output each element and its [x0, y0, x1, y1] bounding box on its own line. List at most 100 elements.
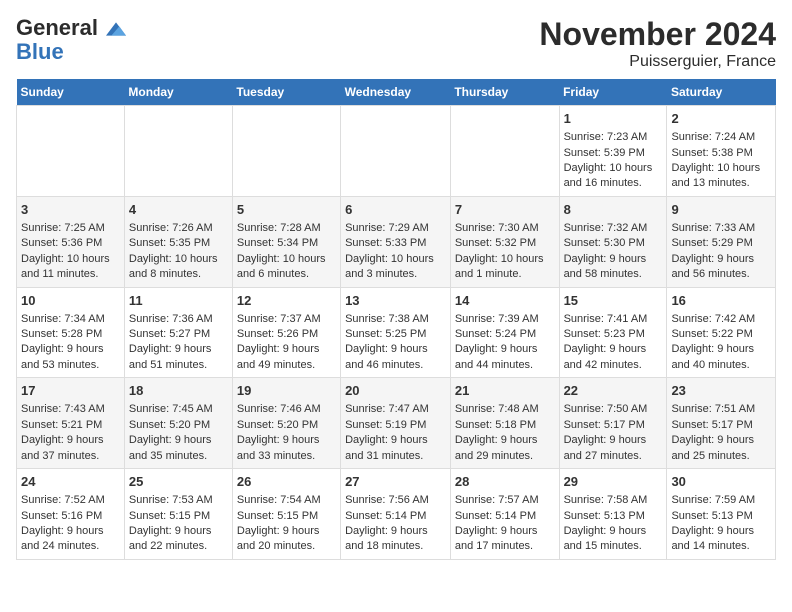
day-info: Sunset: 5:35 PM: [129, 236, 228, 251]
day-info: Daylight: 10 hours and 11 minutes.: [21, 252, 120, 283]
day-info: Sunrise: 7:51 AM: [671, 402, 771, 417]
day-info: Sunrise: 7:25 AM: [21, 221, 120, 236]
day-info: Sunrise: 7:47 AM: [345, 402, 446, 417]
day-info: Daylight: 9 hours and 56 minutes.: [671, 252, 771, 283]
day-number: 26: [237, 473, 336, 491]
weekday-header-row: Sunday Monday Tuesday Wednesday Thursday…: [17, 79, 776, 106]
day-info: Daylight: 10 hours and 3 minutes.: [345, 252, 446, 283]
day-info: Sunset: 5:14 PM: [455, 509, 555, 524]
day-info: Daylight: 10 hours and 1 minute.: [455, 252, 555, 283]
day-info: Daylight: 9 hours and 33 minutes.: [237, 433, 336, 464]
table-row: 19Sunrise: 7:46 AMSunset: 5:20 PMDayligh…: [232, 378, 340, 469]
day-number: 18: [129, 382, 228, 400]
day-number: 9: [671, 201, 771, 219]
table-row: [450, 106, 559, 197]
day-info: Daylight: 9 hours and 42 minutes.: [564, 342, 663, 373]
day-info: Sunrise: 7:56 AM: [345, 493, 446, 508]
day-info: Daylight: 10 hours and 13 minutes.: [671, 161, 771, 192]
day-info: Daylight: 9 hours and 20 minutes.: [237, 524, 336, 555]
day-info: Sunset: 5:38 PM: [671, 146, 771, 161]
table-row: 22Sunrise: 7:50 AMSunset: 5:17 PMDayligh…: [559, 378, 667, 469]
table-row: 10Sunrise: 7:34 AMSunset: 5:28 PMDayligh…: [17, 287, 125, 378]
day-info: Sunrise: 7:53 AM: [129, 493, 228, 508]
day-info: Sunrise: 7:33 AM: [671, 221, 771, 236]
table-row: 14Sunrise: 7:39 AMSunset: 5:24 PMDayligh…: [450, 287, 559, 378]
calendar-week-row: 3Sunrise: 7:25 AMSunset: 5:36 PMDaylight…: [17, 196, 776, 287]
day-number: 20: [345, 382, 446, 400]
day-number: 7: [455, 201, 555, 219]
calendar-week-row: 10Sunrise: 7:34 AMSunset: 5:28 PMDayligh…: [17, 287, 776, 378]
day-number: 27: [345, 473, 446, 491]
day-info: Daylight: 9 hours and 25 minutes.: [671, 433, 771, 464]
day-info: Daylight: 9 hours and 53 minutes.: [21, 342, 120, 373]
day-info: Daylight: 9 hours and 15 minutes.: [564, 524, 663, 555]
header-sunday: Sunday: [17, 79, 125, 106]
day-info: Sunset: 5:20 PM: [129, 418, 228, 433]
day-number: 30: [671, 473, 771, 491]
table-row: [232, 106, 340, 197]
day-info: Sunset: 5:27 PM: [129, 327, 228, 342]
day-info: Sunrise: 7:58 AM: [564, 493, 663, 508]
day-info: Daylight: 10 hours and 6 minutes.: [237, 252, 336, 283]
day-info: Sunset: 5:13 PM: [564, 509, 663, 524]
table-row: [17, 106, 125, 197]
day-info: Sunrise: 7:38 AM: [345, 312, 446, 327]
day-info: Daylight: 9 hours and 29 minutes.: [455, 433, 555, 464]
day-info: Sunrise: 7:50 AM: [564, 402, 663, 417]
table-row: 21Sunrise: 7:48 AMSunset: 5:18 PMDayligh…: [450, 378, 559, 469]
day-number: 12: [237, 292, 336, 310]
table-row: [341, 106, 451, 197]
day-info: Sunset: 5:33 PM: [345, 236, 446, 251]
table-row: 8Sunrise: 7:32 AMSunset: 5:30 PMDaylight…: [559, 196, 667, 287]
day-info: Sunrise: 7:39 AM: [455, 312, 555, 327]
day-info: Sunset: 5:17 PM: [671, 418, 771, 433]
day-info: Sunrise: 7:46 AM: [237, 402, 336, 417]
table-row: 20Sunrise: 7:47 AMSunset: 5:19 PMDayligh…: [341, 378, 451, 469]
day-info: Sunset: 5:22 PM: [671, 327, 771, 342]
day-number: 10: [21, 292, 120, 310]
day-number: 11: [129, 292, 228, 310]
day-number: 21: [455, 382, 555, 400]
logo: General Blue: [16, 16, 126, 64]
logo-line2: Blue: [16, 39, 64, 64]
day-info: Sunrise: 7:54 AM: [237, 493, 336, 508]
header-friday: Friday: [559, 79, 667, 106]
day-info: Sunset: 5:19 PM: [345, 418, 446, 433]
page-subtitle: Puisserguier, France: [539, 53, 776, 71]
logo-text: General: [16, 16, 126, 40]
title-block: November 2024 Puisserguier, France: [539, 16, 776, 71]
calendar-week-row: 17Sunrise: 7:43 AMSunset: 5:21 PMDayligh…: [17, 378, 776, 469]
day-info: Sunrise: 7:28 AM: [237, 221, 336, 236]
day-info: Daylight: 9 hours and 46 minutes.: [345, 342, 446, 373]
day-number: 17: [21, 382, 120, 400]
day-info: Sunrise: 7:43 AM: [21, 402, 120, 417]
day-info: Sunrise: 7:34 AM: [21, 312, 120, 327]
day-info: Sunrise: 7:45 AM: [129, 402, 228, 417]
day-number: 24: [21, 473, 120, 491]
day-info: Daylight: 9 hours and 40 minutes.: [671, 342, 771, 373]
table-row: 5Sunrise: 7:28 AMSunset: 5:34 PMDaylight…: [232, 196, 340, 287]
header-thursday: Thursday: [450, 79, 559, 106]
table-row: 3Sunrise: 7:25 AMSunset: 5:36 PMDaylight…: [17, 196, 125, 287]
day-info: Sunset: 5:15 PM: [237, 509, 336, 524]
day-info: Daylight: 9 hours and 51 minutes.: [129, 342, 228, 373]
table-row: 16Sunrise: 7:42 AMSunset: 5:22 PMDayligh…: [667, 287, 776, 378]
day-number: 28: [455, 473, 555, 491]
header-wednesday: Wednesday: [341, 79, 451, 106]
day-info: Sunrise: 7:41 AM: [564, 312, 663, 327]
day-info: Sunset: 5:30 PM: [564, 236, 663, 251]
table-row: 11Sunrise: 7:36 AMSunset: 5:27 PMDayligh…: [124, 287, 232, 378]
day-info: Sunrise: 7:32 AM: [564, 221, 663, 236]
table-row: 26 Sunrise: 7:54 AMSunset: 5:15 PMDayligh…: [232, 469, 340, 560]
day-info: Daylight: 9 hours and 58 minutes.: [564, 252, 663, 283]
day-number: 22: [564, 382, 663, 400]
day-info: Daylight: 10 hours and 16 minutes.: [564, 161, 663, 192]
day-info: Daylight: 9 hours and 35 minutes.: [129, 433, 228, 464]
day-info: Sunrise: 7:48 AM: [455, 402, 555, 417]
table-row: 17Sunrise: 7:43 AMSunset: 5:21 PMDayligh…: [17, 378, 125, 469]
page-title: November 2024: [539, 16, 776, 53]
day-info: Sunset: 5:29 PM: [671, 236, 771, 251]
header-tuesday: Tuesday: [232, 79, 340, 106]
day-number: 13: [345, 292, 446, 310]
logo-line1: General: [16, 15, 98, 40]
